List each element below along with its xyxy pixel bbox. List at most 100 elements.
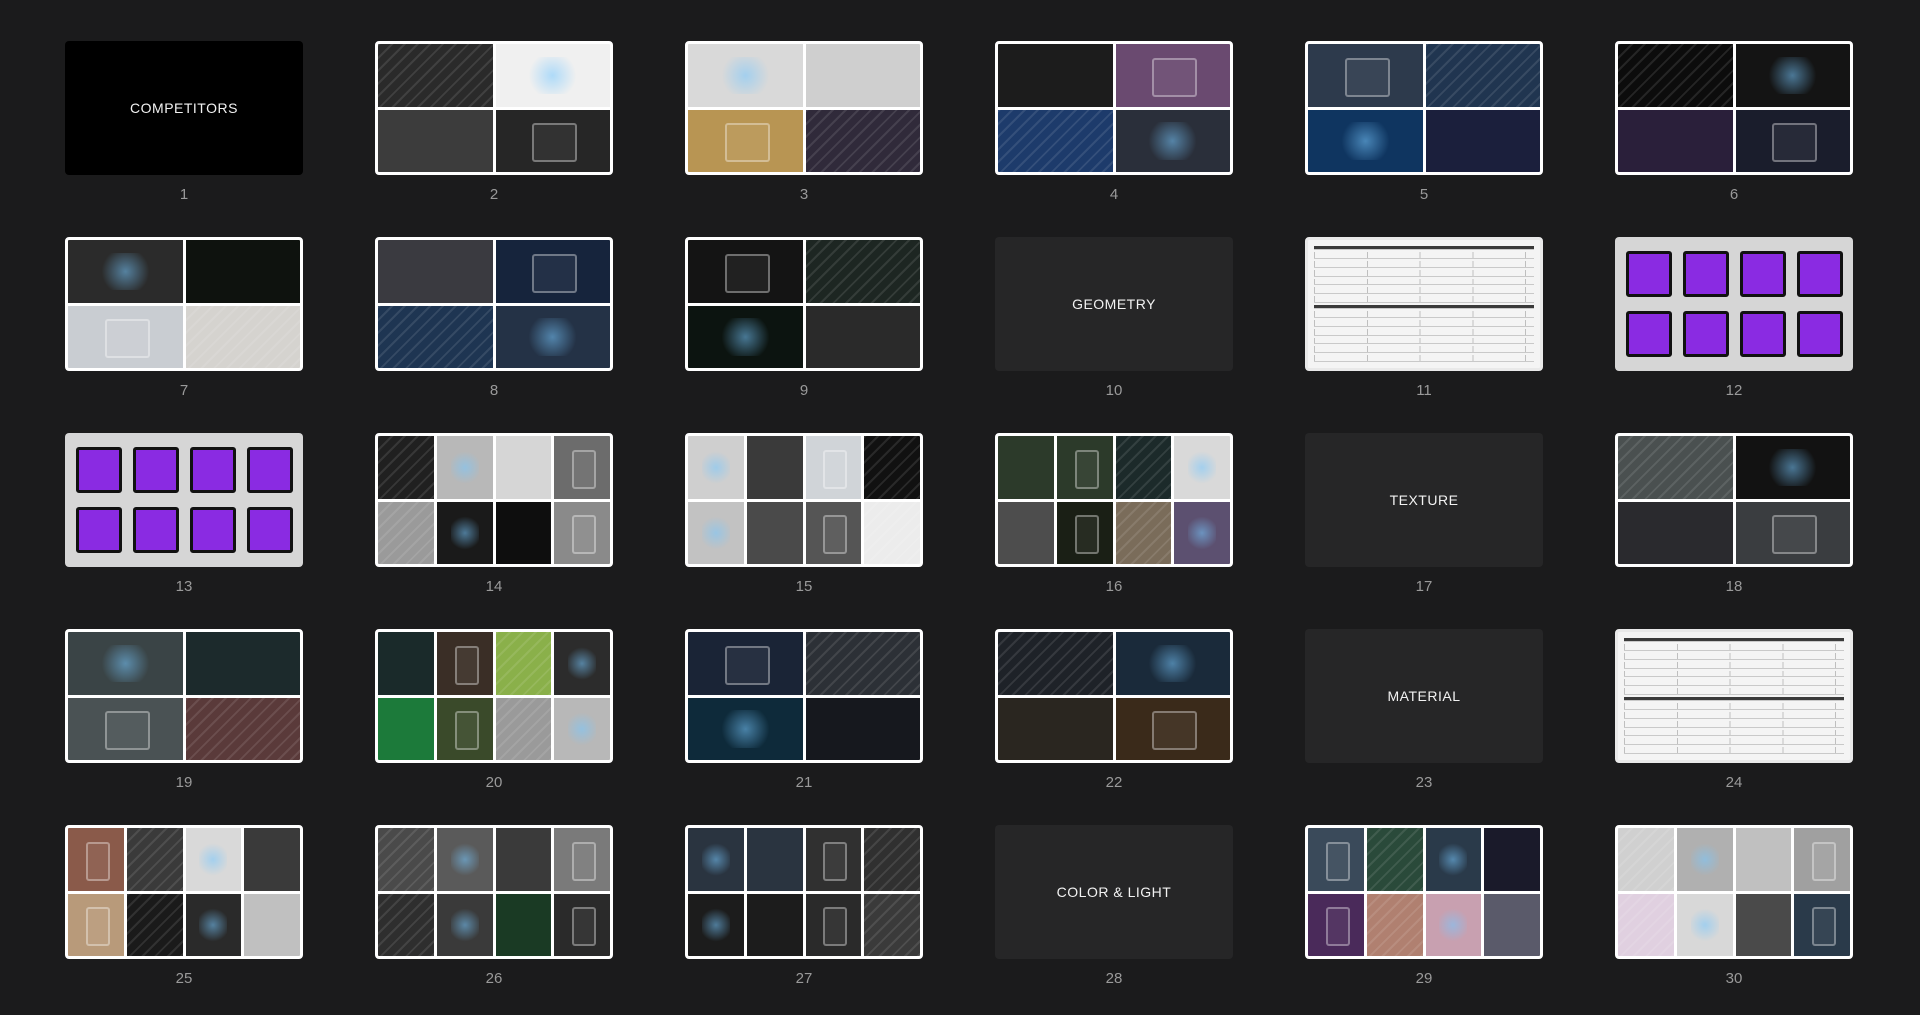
table-row [1314,269,1534,277]
collage-image [68,828,124,891]
table-row [1624,644,1844,652]
collage-image [1308,44,1423,107]
slide-cell: TEXTURE 17 [1305,433,1543,595]
collage-image [1308,828,1364,891]
collage-image [805,893,862,956]
slide-cell: 27 [685,825,923,987]
slide-thumbnail[interactable] [1305,41,1543,175]
collage-image [495,632,552,695]
image-collage [1308,44,1540,172]
slide-thumbnail[interactable] [1615,237,1853,371]
table-row [1624,670,1844,678]
slide-number: 17 [1415,578,1433,595]
collage-image [495,828,552,891]
image-collage [378,828,610,956]
slide-thumbnail[interactable] [65,433,303,567]
collage-image [244,828,300,891]
slide-thumbnail[interactable] [995,433,1233,567]
slide-thumbnail[interactable] [1615,41,1853,175]
slide-number: 12 [1725,382,1743,399]
slide-number: 4 [1109,186,1119,203]
collage-image [378,240,493,303]
table-row [1314,246,1534,251]
slide-thumbnail[interactable] [995,41,1233,175]
collage-image [1735,828,1792,891]
collage-image [1174,436,1230,499]
collage-image [1735,44,1850,107]
slide-thumbnail[interactable] [685,237,923,371]
collage-image [185,828,242,891]
collage-image [554,501,610,564]
slide-thumbnail[interactable] [685,41,923,175]
slide-number: 21 [795,774,813,791]
slide-thumbnail[interactable]: GEOMETRY [995,237,1233,371]
collage-image [1794,828,1850,891]
slide-thumbnail[interactable] [375,629,613,763]
slide-thumbnail[interactable] [1305,825,1543,959]
collage-image [1618,828,1674,891]
slide-thumbnail[interactable]: MATERIAL [1305,629,1543,763]
table-row [1314,287,1534,295]
slide-thumbnail[interactable] [375,237,613,371]
slide-thumbnail[interactable] [65,825,303,959]
slide-thumbnail[interactable] [685,433,923,567]
collage-image [746,828,803,891]
slide-thumbnail[interactable] [995,629,1233,763]
image-collage [1618,436,1850,564]
slide-thumbnail[interactable] [1615,825,1853,959]
slide-title: MATERIAL [1387,688,1461,704]
slide-number: 6 [1729,186,1739,203]
slide-number: 7 [179,382,189,399]
image-collage [1308,828,1540,956]
slide-thumbnail[interactable] [65,237,303,371]
slide-thumbnail[interactable] [375,41,613,175]
collage-image [746,893,803,956]
collage-image [378,44,493,107]
image-collage [688,828,920,956]
purple-square [1682,311,1729,357]
slide-number: 27 [795,970,813,987]
slide-number: 1 [179,186,189,203]
slide-cell: 3 [685,41,923,203]
collage-image [126,893,183,956]
slide-thumbnail[interactable] [65,629,303,763]
purple-square [1682,251,1729,297]
slide-thumbnail[interactable] [375,825,613,959]
slide-thumbnail[interactable] [1615,433,1853,567]
slide-cell: 26 [375,825,613,987]
collage-image [864,436,920,499]
collage-image [185,305,300,368]
purple-square-grid [65,433,303,567]
slide-thumbnail[interactable]: TEXTURE [1305,433,1543,567]
slide-thumbnail[interactable]: COLOR & LIGHT [995,825,1233,959]
collage-image [688,436,744,499]
table-row [1624,738,1844,746]
slide-number: 23 [1415,774,1433,791]
purple-square [246,447,293,493]
slide-number: 13 [175,578,193,595]
purple-square [132,507,179,553]
collage-image [436,632,493,695]
slide-thumbnail[interactable]: COMPETITORS [65,41,303,175]
slide-number: 10 [1105,382,1123,399]
slide-thumbnail[interactable] [1615,629,1853,763]
slide-title: COMPETITORS [130,100,238,116]
purple-square [1739,251,1786,297]
collage-image [864,893,920,956]
slide-number: 19 [175,774,193,791]
collage-image [185,632,300,695]
collage-image [554,697,610,760]
slide-grid: COMPETITORS 1 2 3 4 5 6 7 8 9 GEOMETRY 10 11 12 13 14 15… [65,41,1853,987]
collage-image [998,436,1054,499]
slide-thumbnail[interactable] [1305,237,1543,371]
slide-thumbnail[interactable] [685,629,923,763]
collage-image [436,893,493,956]
slide-number: 25 [175,970,193,987]
slide-thumbnail[interactable] [685,825,923,959]
table-row [1624,712,1844,719]
collage-image [1425,109,1540,172]
collage-image [185,697,300,760]
purple-square [1625,251,1672,297]
slide-cell: 11 [1305,237,1543,399]
slide-thumbnail[interactable] [375,433,613,567]
